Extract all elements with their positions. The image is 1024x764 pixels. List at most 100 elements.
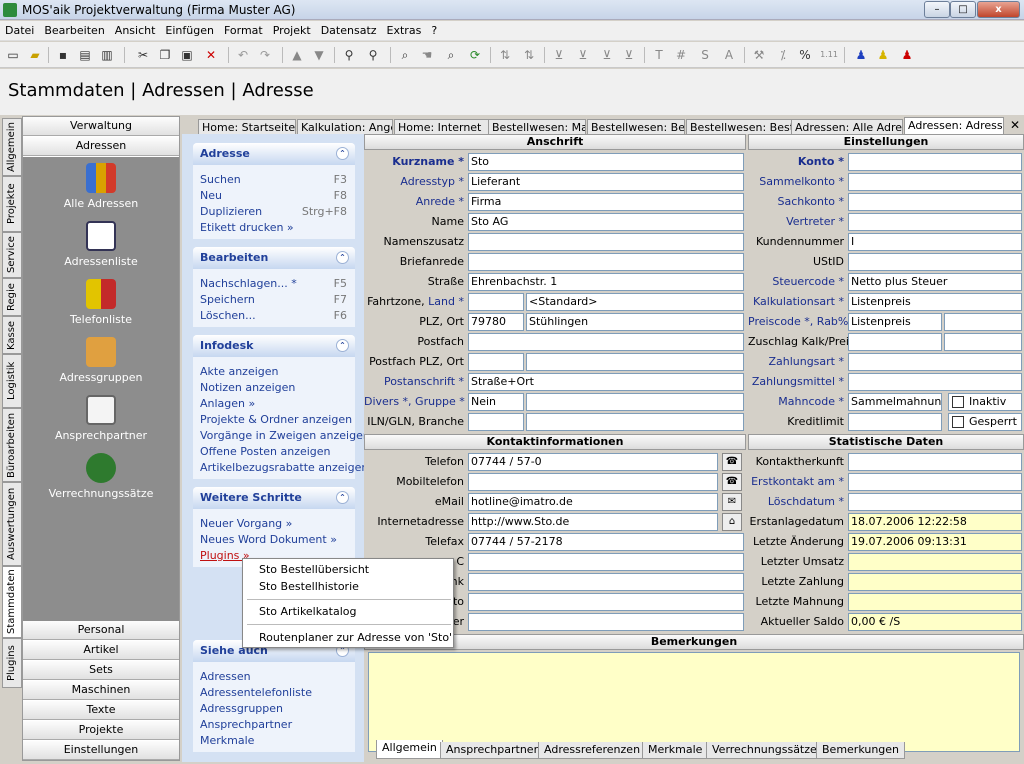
sachkonto-field[interactable] <box>848 193 1022 211</box>
anrede-field[interactable]: Firma <box>468 193 744 211</box>
filter-2-icon[interactable]: ⊻ <box>574 46 592 64</box>
vtab-service[interactable]: Service <box>2 232 22 278</box>
zahlungsart-field[interactable] <box>848 353 1022 371</box>
task-projekte-ordner[interactable]: Projekte & Ordner anzeigen <box>193 411 355 427</box>
move-down-icon[interactable]: ▼ <box>310 46 328 64</box>
find-next-icon[interactable]: ⚲ <box>364 46 382 64</box>
divers-field[interactable]: Nein <box>468 393 524 411</box>
collapse-icon[interactable]: ⌃ <box>336 491 349 504</box>
search-icon[interactable]: ⌕ <box>396 46 414 64</box>
kontakt-field-7[interactable] <box>468 573 744 591</box>
nav-ansprechpartner[interactable]: Ansprechpartner <box>23 395 179 442</box>
collapse-icon[interactable]: ⌃ <box>336 147 349 160</box>
vtab-allgemein[interactable]: Allgemein <box>2 118 22 176</box>
inaktiv-checkbox[interactable]: Inaktiv <box>948 393 1022 411</box>
minimize-button[interactable]: – <box>924 1 950 18</box>
iln-field[interactable] <box>468 413 524 431</box>
postfach-plz-field[interactable] <box>468 353 524 371</box>
telefon-field[interactable]: 07744 / 57-0 <box>468 453 718 471</box>
nav-header-projekte[interactable]: Projekte <box>23 721 179 740</box>
sort-desc-icon[interactable]: ⇅ <box>520 46 538 64</box>
ratio-icon[interactable]: 1.11 <box>820 46 838 64</box>
print-icon[interactable]: ▤ <box>76 46 94 64</box>
taskbox-infodesk-header[interactable]: Infodesk ⌃ <box>193 335 355 357</box>
konto-field[interactable] <box>848 153 1022 171</box>
sammelkonto-field[interactable] <box>848 173 1022 191</box>
cut-icon[interactable]: ✂ <box>134 46 152 64</box>
task-nachschlagen[interactable]: Nachschlagen... * F5 <box>193 275 355 291</box>
kontaktherkunft-field[interactable] <box>848 453 1022 471</box>
menu-ansicht[interactable]: Ansicht <box>110 21 161 37</box>
save-icon[interactable]: ▪ <box>54 46 72 64</box>
percent-sign-icon[interactable]: ⁒ <box>774 46 792 64</box>
loeschdatum-field[interactable] <box>848 493 1022 511</box>
rabatt-field[interactable] <box>944 313 1022 331</box>
number-icon[interactable]: # <box>672 46 690 64</box>
steuercode-field[interactable]: Netto plus Steuer <box>848 273 1022 291</box>
mobiltelefon-field[interactable] <box>468 473 718 491</box>
nav-telefonliste[interactable]: Telefonliste <box>23 279 179 326</box>
erstkontakt-field[interactable] <box>848 473 1022 491</box>
home-icon[interactable]: ⌂ <box>722 513 742 531</box>
nav-verrechnungssaetze[interactable]: Verrechnungssätze <box>23 453 179 500</box>
taskbox-bearbeiten-header[interactable]: Bearbeiten ⌃ <box>193 247 355 269</box>
a-icon[interactable]: A <box>720 46 738 64</box>
btab-verrechnungssaetze[interactable]: Verrechnungssätze <box>706 742 823 759</box>
preiscode-field[interactable]: Listenpreis <box>848 313 942 331</box>
namenszusatz-field[interactable] <box>468 233 744 251</box>
kontakt-field-8[interactable] <box>468 593 744 611</box>
task-neues-word-dokument[interactable]: Neues Word Dokument » <box>193 531 355 547</box>
task-speichern[interactable]: Speichern F7 <box>193 291 355 307</box>
collapse-icon[interactable]: ⌃ <box>336 339 349 352</box>
strasse-field[interactable]: Ehrenbachstr. 1 <box>468 273 744 291</box>
postfach-field[interactable] <box>468 333 744 351</box>
tools-icon[interactable]: ⚒ <box>750 46 768 64</box>
task-siehe-adressgruppen[interactable]: Adressgruppen <box>193 700 355 716</box>
nav-adressgruppen[interactable]: Adressgruppen <box>23 337 179 384</box>
kontakt-field-6[interactable] <box>468 553 744 571</box>
task-anlagen[interactable]: Anlagen » <box>193 395 355 411</box>
btab-adressreferenzen[interactable]: Adressreferenzen <box>538 742 647 759</box>
popup-item-artikelkatalog[interactable]: Sto Artikelkatalog <box>259 605 356 618</box>
task-offene-posten[interactable]: Offene Posten anzeigen <box>193 443 355 459</box>
filter-3-icon[interactable]: ⊻ <box>598 46 616 64</box>
task-neuer-vorgang[interactable]: Neuer Vorgang » <box>193 515 355 531</box>
new-icon[interactable]: ▭ <box>4 46 22 64</box>
nav-header-sets[interactable]: Sets <box>23 661 179 680</box>
task-loeschen[interactable]: Löschen... F6 <box>193 307 355 323</box>
redo-icon[interactable]: ↷ <box>256 46 274 64</box>
nav-header-verwaltung[interactable]: Verwaltung <box>23 117 179 136</box>
task-suchen[interactable]: Suchen F3 <box>193 171 355 187</box>
gruppe-field[interactable] <box>526 393 744 411</box>
zuschlag-preis-field[interactable] <box>944 333 1022 351</box>
hand-icon[interactable]: ☚ <box>418 46 436 64</box>
bemerkungen-textarea[interactable] <box>368 652 1020 752</box>
task-siehe-adressentelefonliste[interactable]: Adressentelefonliste <box>193 684 355 700</box>
btab-merkmale[interactable]: Merkmale <box>642 742 709 759</box>
task-duplizieren[interactable]: Duplizieren Strg+F8 <box>193 203 355 219</box>
vtab-plugins[interactable]: Plugins <box>2 638 22 688</box>
user-blue-icon[interactable]: ♟ <box>852 46 870 64</box>
vtab-regie[interactable]: Regie <box>2 278 22 316</box>
nav-alle-adressen[interactable]: Alle Adressen <box>23 163 179 210</box>
task-notizen-anzeigen[interactable]: Notizen anzeigen <box>193 379 355 395</box>
task-siehe-merkmale[interactable]: Merkmale <box>193 732 355 748</box>
close-tab-icon[interactable]: ✕ <box>1010 118 1020 132</box>
menu-extras[interactable]: Extras <box>382 21 427 37</box>
taskbox-adresse-header[interactable]: Adresse ⌃ <box>193 143 355 165</box>
kontakt-field-9[interactable] <box>468 613 744 631</box>
binoculars-icon[interactable]: ⚲ <box>340 46 358 64</box>
nav-header-maschinen[interactable]: Maschinen <box>23 681 179 700</box>
phone-icon[interactable]: ☎ <box>722 473 742 491</box>
land-field[interactable]: <Standard> <box>526 293 744 311</box>
ustid-field[interactable] <box>848 253 1022 271</box>
menu-einfuegen[interactable]: Einfügen <box>160 21 219 37</box>
print-preview-icon[interactable]: ▥ <box>98 46 116 64</box>
popup-item-bestelluebersicht[interactable]: Sto Bestellübersicht <box>259 563 369 576</box>
vtab-kasse[interactable]: Kasse <box>2 316 22 354</box>
percent-icon[interactable]: % <box>796 46 814 64</box>
zahlungsmittel-field[interactable] <box>848 373 1022 391</box>
undo-icon[interactable]: ↶ <box>234 46 252 64</box>
open-icon[interactable]: ▰ <box>26 46 44 64</box>
kreditlimit-field[interactable] <box>848 413 942 431</box>
